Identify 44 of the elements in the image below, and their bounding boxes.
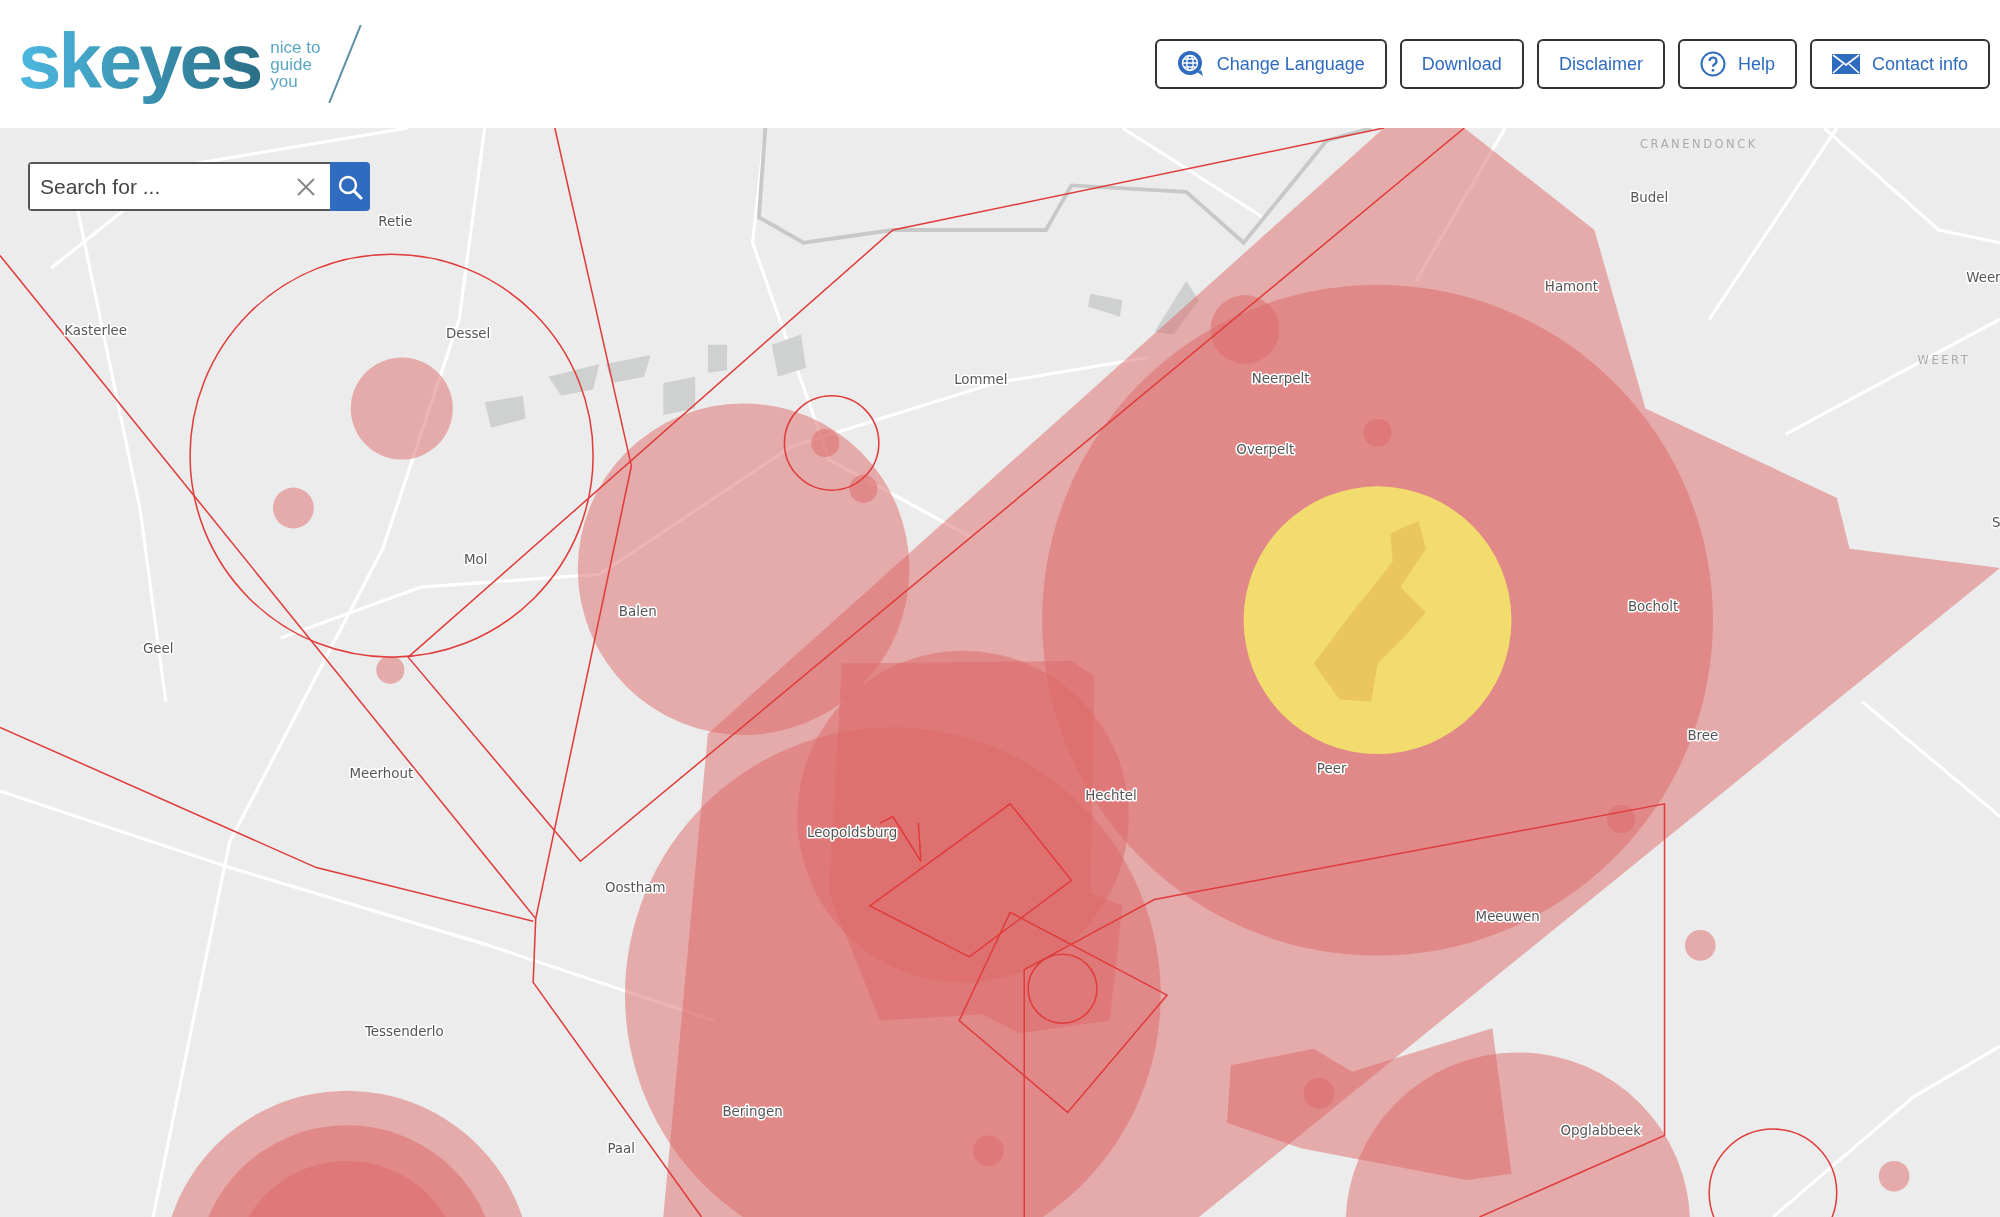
logo-tagline: nice to bbox=[270, 38, 321, 56]
header-button[interactable]: Contact info bbox=[1809, 39, 1990, 89]
header-button[interactable]: Disclaimer bbox=[1536, 39, 1665, 89]
place-label: Leopoldsburg bbox=[806, 825, 898, 840]
header-button[interactable]: Change Language bbox=[1154, 39, 1387, 89]
place-label: Meeuwen bbox=[1475, 909, 1540, 925]
place-label: Geel bbox=[142, 641, 174, 657]
place-label: Peer bbox=[1316, 761, 1347, 777]
place-label: Balen bbox=[618, 604, 657, 620]
place-label: WEERT bbox=[1917, 352, 1971, 367]
place-label: Weer bbox=[1966, 270, 2000, 286]
place-label: Meerhout bbox=[349, 766, 414, 782]
header-button[interactable]: Help bbox=[1677, 39, 1797, 89]
place-label: Opglabbeek bbox=[1560, 1123, 1642, 1139]
place-label: S bbox=[1991, 515, 2000, 531]
search-button[interactable] bbox=[330, 162, 370, 211]
place-label: Dessel bbox=[445, 326, 491, 342]
place-label: Beringen bbox=[722, 1104, 783, 1120]
header-button[interactable]: Download bbox=[1399, 39, 1524, 89]
place-label: Lommel bbox=[954, 372, 1008, 388]
place-label: Mol bbox=[464, 552, 488, 568]
place-label: Kasterlee bbox=[64, 322, 128, 338]
place-label: Oostham bbox=[604, 879, 666, 895]
airspace-zone bbox=[376, 655, 405, 684]
help-icon bbox=[1699, 51, 1726, 77]
place-label: Overpelt bbox=[1236, 442, 1295, 458]
search-field[interactable]: Search for ... bbox=[28, 162, 330, 211]
logo-tagline: you bbox=[270, 72, 298, 90]
mail-icon bbox=[1831, 54, 1860, 74]
place-label: Tessenderlo bbox=[364, 1023, 444, 1039]
place-label: Retie bbox=[378, 214, 413, 230]
place-label: Budel bbox=[1630, 189, 1669, 205]
place-label: Paal bbox=[607, 1141, 635, 1157]
airspace-zone bbox=[272, 487, 314, 529]
place-label: Hechtel bbox=[1085, 788, 1137, 803]
globe-icon bbox=[1176, 50, 1205, 78]
logo-tagline: guide bbox=[270, 55, 313, 73]
close-icon bbox=[296, 176, 316, 197]
place-label: CRANENDONCK bbox=[1640, 137, 1758, 152]
place-label: Bree bbox=[1687, 728, 1719, 744]
place-label: Hamont bbox=[1544, 279, 1599, 295]
place-label: Bocholt bbox=[1627, 599, 1679, 615]
place-label: Neerpelt bbox=[1251, 371, 1310, 387]
search-icon bbox=[337, 173, 363, 200]
